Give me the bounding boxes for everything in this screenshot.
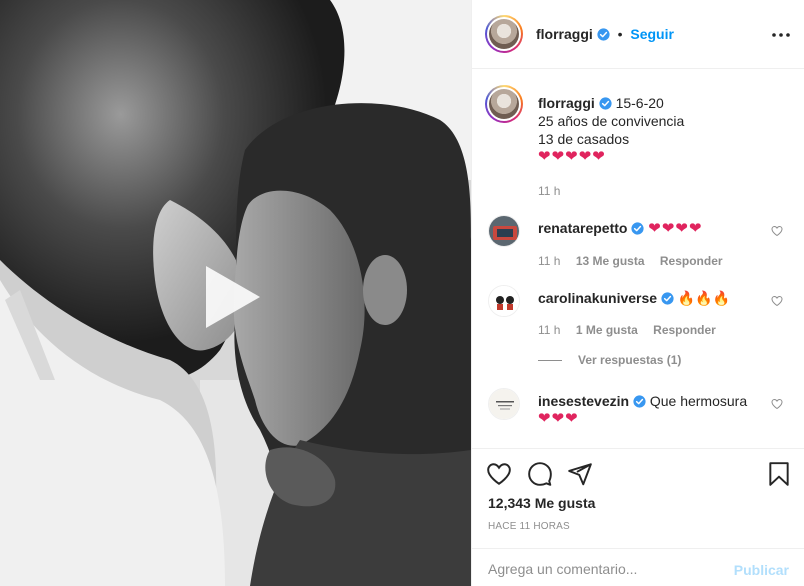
header-separator: •: [617, 26, 623, 42]
comment-hearts: ❤❤❤: [538, 410, 579, 427]
verified-badge-icon: [599, 97, 612, 110]
post-header: florraggi • Seguir: [472, 0, 804, 69]
publish-button[interactable]: Publicar: [734, 562, 789, 578]
view-replies-button[interactable]: Ver respuestas (1): [538, 353, 681, 367]
post-details-panel: florraggi • Seguir florraggi 15-6-20 25 …: [471, 0, 804, 586]
caption-hearts: ❤❤❤❤❤: [538, 148, 606, 165]
verified-badge-icon: [597, 28, 610, 41]
comment-meta: 11 h 13 Me gusta Responder: [538, 252, 768, 270]
comment-body: carolinakuniverse 🔥🔥🔥 11 h 1 Me gusta Re…: [538, 289, 768, 339]
posted-time[interactable]: HACE 11 HORAS: [488, 521, 570, 532]
reply-button[interactable]: Responder: [660, 254, 723, 268]
caption-date: 15-6-20: [615, 95, 664, 111]
comment-input[interactable]: [488, 561, 718, 577]
caption-meta: 11 h: [538, 182, 768, 200]
comment-item: renatarepetto ❤❤❤❤ 11 h 13 Me gusta Resp…: [488, 215, 793, 275]
author-avatar[interactable]: [485, 15, 523, 53]
verified-badge-icon: [661, 292, 674, 305]
reply-button[interactable]: Responder: [653, 323, 716, 337]
comment-avatar[interactable]: [488, 388, 520, 420]
comment-body: renatarepetto ❤❤❤❤ 11 h 13 Me gusta Resp…: [538, 219, 768, 270]
follow-button[interactable]: Seguir: [630, 26, 674, 42]
caption-username[interactable]: florraggi: [538, 95, 595, 111]
comment-meta: 11 h 1 Me gusta Responder: [538, 321, 768, 339]
comment-time[interactable]: 11 h: [538, 323, 560, 337]
comment-username[interactable]: inesestevezin: [538, 393, 629, 409]
heart-outline-icon[interactable]: [771, 398, 783, 410]
comment-likes[interactable]: 13 Me gusta: [576, 254, 645, 268]
caption: florraggi 15-6-20 25 años de convivencia…: [485, 85, 793, 203]
post-actions: 12,343 Me gusta HACE 11 HORAS: [472, 448, 804, 542]
comment-avatar[interactable]: [488, 215, 520, 247]
avatar-image: [489, 216, 519, 246]
comment-item: inesestevezin Que hermosura ❤❤❤: [488, 388, 793, 448]
comment-time[interactable]: 11 h: [538, 254, 560, 268]
caption-avatar[interactable]: [485, 85, 523, 123]
avatar-image: [489, 286, 519, 316]
caption-body: florraggi 15-6-20 25 años de convivencia…: [538, 94, 768, 200]
comment-username[interactable]: renatarepetto: [538, 220, 627, 236]
verified-badge-icon: [631, 222, 644, 235]
comment-item: carolinakuniverse 🔥🔥🔥 11 h 1 Me gusta Re…: [488, 285, 793, 345]
post-media[interactable]: [0, 0, 471, 586]
avatar-image: [489, 389, 519, 419]
verified-badge-icon: [633, 395, 646, 408]
likes-count[interactable]: 12,343 Me gusta: [488, 495, 595, 511]
play-icon[interactable]: [196, 262, 266, 332]
author-line: florraggi • Seguir: [536, 26, 674, 42]
comment-avatar[interactable]: [488, 285, 520, 317]
replies-divider: [538, 360, 562, 362]
comment-text: ❤❤❤❤: [648, 220, 703, 237]
heart-outline-icon[interactable]: [771, 295, 783, 307]
share-send-icon[interactable]: [567, 461, 593, 487]
add-comment-bar: Publicar: [472, 548, 804, 586]
comment-body: inesestevezin Que hermosura ❤❤❤: [538, 392, 768, 428]
caption-text: 25 años de convivencia 13 de casados: [538, 113, 685, 147]
comment-text: Que hermosura: [649, 393, 748, 409]
caption-time[interactable]: 11 h: [538, 184, 560, 198]
comments-list[interactable]: florraggi 15-6-20 25 años de convivencia…: [472, 70, 804, 448]
view-replies-label: Ver respuestas (1): [578, 353, 682, 367]
like-heart-icon[interactable]: [486, 461, 512, 487]
save-bookmark-icon[interactable]: [766, 461, 792, 487]
comment-username[interactable]: carolinakuniverse: [538, 290, 657, 306]
heart-outline-icon[interactable]: [771, 225, 783, 237]
more-options-icon[interactable]: [769, 25, 793, 45]
comment-text: 🔥🔥🔥: [677, 290, 731, 306]
comment-likes[interactable]: 1 Me gusta: [576, 323, 638, 337]
comment-bubble-icon[interactable]: [527, 461, 553, 487]
author-username[interactable]: florraggi: [536, 26, 593, 42]
